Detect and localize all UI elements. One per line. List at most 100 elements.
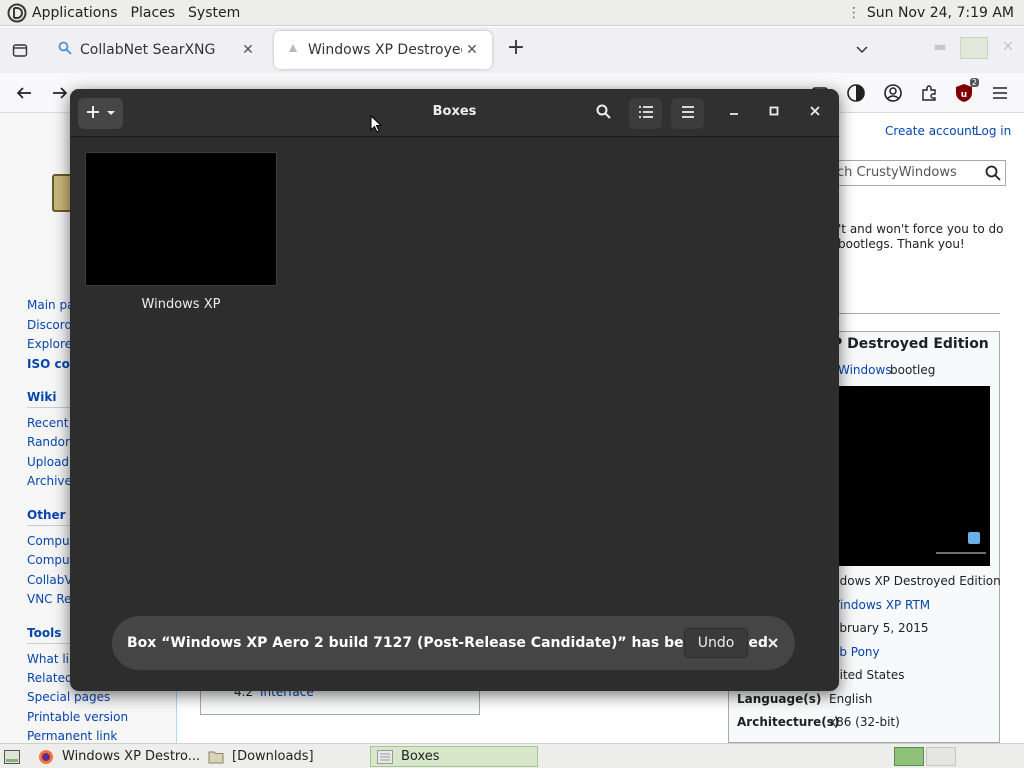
- close-tab-icon[interactable]: ✕: [238, 42, 258, 58]
- main-menu-button[interactable]: [671, 98, 704, 129]
- extensions-puzzle-icon[interactable]: [918, 82, 940, 104]
- undo-button[interactable]: Undo: [684, 628, 748, 658]
- new-box-button[interactable]: [78, 98, 123, 129]
- recycle-bin-icon: [968, 532, 980, 544]
- sidebar-link-archive[interactable]: Archive: [27, 474, 72, 488]
- minimize-icon: [728, 105, 740, 121]
- maximize-button[interactable]: [762, 101, 786, 125]
- chevron-down-icon[interactable]: [852, 39, 872, 59]
- taskbar-item-label: Windows XP Destro...: [62, 749, 201, 764]
- log-in-link[interactable]: Log in: [975, 124, 1011, 138]
- infobox-author[interactable]: ob Pony: [832, 645, 880, 659]
- show-desktop-icon[interactable]: [0, 746, 24, 767]
- forward-arrow-icon[interactable]: [49, 82, 71, 104]
- panel-handle-icon: ⋮: [846, 4, 861, 21]
- panel-clock[interactable]: Sun Nov 24, 7:19 AM: [867, 5, 1014, 21]
- sidebar-heading-tools: Tools: [27, 626, 62, 640]
- notice-line-1: 't and won't force you to do: [838, 222, 1004, 236]
- infobox-arch-label: Architecture(s): [737, 715, 840, 729]
- page-favicon-icon: [286, 41, 300, 59]
- browser-tab-bar: CollabNet SearXNG ✕ Windows XP Destroyed…: [0, 27, 1024, 73]
- window-minimize-icon[interactable]: ▬: [930, 39, 950, 59]
- vm-thumbnail[interactable]: [85, 152, 277, 286]
- sidebar-link-printable[interactable]: Printable version: [27, 710, 128, 724]
- firefox-view-icon[interactable]: [0, 27, 40, 73]
- watermark-text: [936, 552, 986, 560]
- infobox-caption: ndows XP Destroyed Edition: [832, 574, 1001, 588]
- hamburger-menu-icon: [681, 105, 695, 122]
- top-panel: Applications Places System ⋮ Sun Nov 24,…: [0, 0, 1024, 26]
- sidebar-link-explore[interactable]: Explore: [27, 337, 72, 351]
- notice-line-2: bootlegs. Thank you!: [838, 237, 965, 251]
- taskbar-item-boxes[interactable]: Boxes: [370, 746, 538, 767]
- infobox-title: P Destroyed Edition: [832, 336, 989, 352]
- close-icon[interactable]: [762, 631, 784, 655]
- create-account-link[interactable]: Create account: [885, 124, 977, 138]
- toast-message: Box “Windows XP Aero 2 build 7127 (Post-…: [127, 635, 768, 651]
- back-arrow-icon[interactable]: [13, 82, 35, 104]
- wiki-logo-icon[interactable]: [52, 174, 72, 212]
- infobox-subtitle-rest: bootleg: [890, 363, 936, 377]
- hamburger-menu-icon[interactable]: [989, 82, 1011, 104]
- firefox-icon: [38, 749, 54, 765]
- ublock-shield-icon[interactable]: u 2: [953, 78, 979, 104]
- sidebar-link-iso[interactable]: ISO col: [27, 357, 74, 371]
- vm-name-label[interactable]: Windows XP: [85, 297, 277, 312]
- search-icon[interactable]: [981, 161, 1005, 185]
- dark-reader-icon[interactable]: [845, 82, 867, 104]
- window-close-icon[interactable]: ✕: [998, 39, 1018, 59]
- workspace-1[interactable]: [894, 747, 924, 766]
- distro-logo-icon[interactable]: [7, 3, 27, 23]
- sidebar-link-related[interactable]: Related: [27, 671, 73, 685]
- sidebar-link-special-pages[interactable]: Special pages: [27, 690, 110, 704]
- search-button[interactable]: [587, 98, 620, 129]
- wiki-search-input[interactable]: ch CrustyWindows: [820, 160, 1006, 186]
- sidebar-link-comput-1[interactable]: Comput: [27, 534, 74, 548]
- infobox-screenshot[interactable]: [836, 386, 990, 566]
- sidebar-heading-wiki: Wiki: [27, 390, 57, 404]
- infobox-language-label: Language(s): [737, 692, 822, 706]
- infobox-country: nited States: [832, 668, 905, 682]
- window-maximize-icon[interactable]: [960, 37, 988, 59]
- sidebar-link-vnc[interactable]: VNC Re: [27, 592, 72, 606]
- taskbar-item-label: Boxes: [401, 749, 440, 764]
- sidebar-link-collabvm[interactable]: CollabV: [27, 573, 73, 587]
- system-menu[interactable]: System: [188, 5, 240, 21]
- infobox-subtitle-link[interactable]: Windows: [838, 363, 892, 377]
- close-icon: [809, 105, 821, 121]
- sidebar-link-upload[interactable]: Upload: [27, 455, 69, 469]
- boxes-window: Boxes Windows XP Box “Windows XP Aero 2 …: [70, 89, 839, 691]
- applications-menu[interactable]: Applications: [32, 5, 118, 21]
- places-menu[interactable]: Places: [131, 5, 176, 21]
- taskbar-item-firefox[interactable]: Windows XP Destro...: [32, 746, 202, 767]
- boxes-headerbar: Boxes: [70, 89, 839, 137]
- close-tab-icon[interactable]: ✕: [462, 42, 482, 58]
- new-tab-button[interactable]: +: [504, 37, 528, 61]
- deleted-toast: Box “Windows XP Aero 2 build 7127 (Post-…: [112, 616, 795, 670]
- folder-icon: [208, 749, 224, 765]
- list-view-icon: [638, 105, 653, 122]
- sidebar-link-recent[interactable]: Recent: [27, 416, 68, 430]
- close-button[interactable]: [803, 101, 827, 125]
- infobox-arch-value: x86 (32-bit): [829, 715, 900, 729]
- sidebar-link-main[interactable]: Main pa: [27, 298, 74, 312]
- boxes-app-icon: [377, 749, 393, 765]
- tab-searxng[interactable]: CollabNet SearXNG ✕: [46, 31, 268, 69]
- taskbar-item-label: [Downloads]: [232, 749, 314, 764]
- tab-label: Windows XP Destroyed Edit: [308, 42, 462, 58]
- bottom-taskbar: Windows XP Destro... [Downloads] Boxes: [0, 743, 1024, 768]
- list-view-button[interactable]: [629, 98, 662, 129]
- workspace-2[interactable]: [926, 747, 956, 766]
- tab-label: CollabNet SearXNG: [80, 42, 216, 58]
- plus-icon: [86, 105, 100, 123]
- account-icon[interactable]: [882, 82, 904, 104]
- minimize-button[interactable]: [722, 101, 746, 125]
- infobox-based-on[interactable]: Vindows XP RTM: [832, 598, 930, 612]
- sidebar-link-permanent[interactable]: Permanent link: [27, 729, 117, 743]
- maximize-icon: [768, 105, 780, 121]
- sidebar-link-comput-2[interactable]: Comput: [27, 553, 74, 567]
- tab-windows-xp-destroyed[interactable]: Windows XP Destroyed Edit ✕: [274, 31, 492, 69]
- sidebar-link-discord[interactable]: Discord: [27, 318, 72, 332]
- search-icon: [58, 41, 72, 59]
- taskbar-item-downloads[interactable]: [Downloads]: [202, 746, 370, 767]
